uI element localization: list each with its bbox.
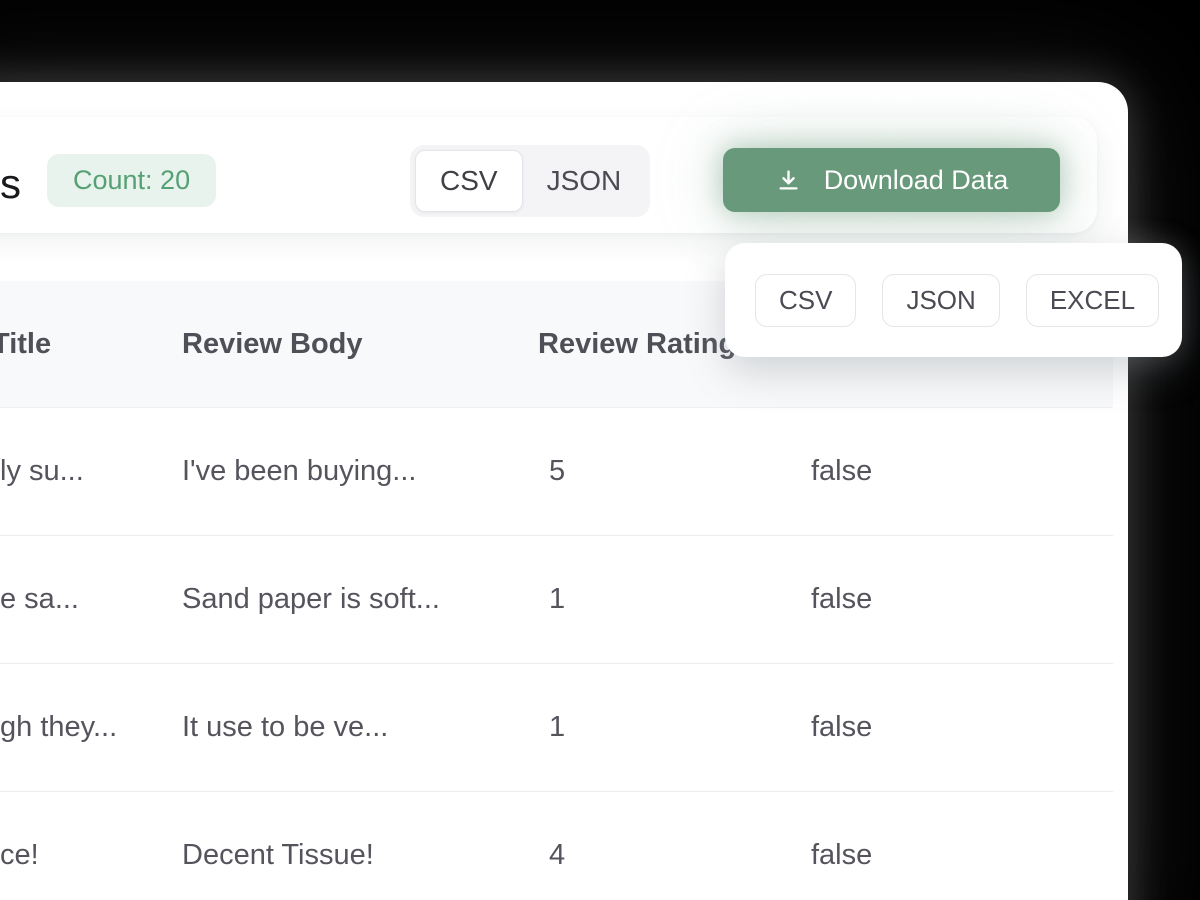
cell-review-title: ly su... <box>0 455 84 487</box>
table-body: ly su... I've been buying... 5 false e s… <box>0 408 1113 900</box>
cell-review-title: ce! <box>0 839 39 871</box>
format-toggle: CSV JSON <box>410 145 651 217</box>
cell-review-body: I've been buying... <box>182 455 417 487</box>
cell-verified: false <box>811 455 873 487</box>
cell-review-body: Decent Tissue! <box>182 839 374 871</box>
cell-review-rating: 4 <box>549 839 566 871</box>
cell-review-rating: 1 <box>549 711 566 743</box>
table-row[interactable]: ce! Decent Tissue! 4 false <box>0 792 1113 900</box>
cell-review-title: e sa... <box>0 583 79 615</box>
cell-verified: false <box>811 583 873 615</box>
table-row[interactable]: e sa... Sand paper is soft... 1 false <box>0 536 1113 664</box>
toggle-option-json[interactable]: JSON <box>523 150 646 212</box>
cell-review-rating: 5 <box>549 455 566 487</box>
cell-verified: false <box>811 839 873 871</box>
download-data-button[interactable]: Download Data <box>723 148 1060 212</box>
table-row[interactable]: ly su... I've been buying... 5 false <box>0 408 1113 536</box>
download-icon <box>775 167 802 194</box>
page-title: s <box>0 160 21 207</box>
column-header-review-body: Review Body <box>182 328 363 360</box>
toggle-option-csv[interactable]: CSV <box>415 150 523 212</box>
download-format-menu: CSV JSON EXCEL <box>725 243 1182 357</box>
cell-review-title: gh they... <box>0 711 118 743</box>
cell-review-rating: 1 <box>549 583 566 615</box>
table-row[interactable]: gh they... It use to be ve... 1 false <box>0 664 1113 792</box>
download-button-label: Download Data <box>823 164 1009 195</box>
menu-option-csv[interactable]: CSV <box>755 273 857 327</box>
menu-option-json[interactable]: JSON <box>882 273 1000 327</box>
column-header-review-title: Title <box>0 328 52 360</box>
column-header-review-rating: Review Rating <box>538 328 737 360</box>
count-badge: Count: 20 <box>47 154 217 207</box>
menu-option-excel[interactable]: EXCEL <box>1025 273 1160 327</box>
cell-review-body: Sand paper is soft... <box>182 583 440 615</box>
cell-verified: false <box>811 711 873 743</box>
cell-review-body: It use to be ve... <box>182 711 389 743</box>
